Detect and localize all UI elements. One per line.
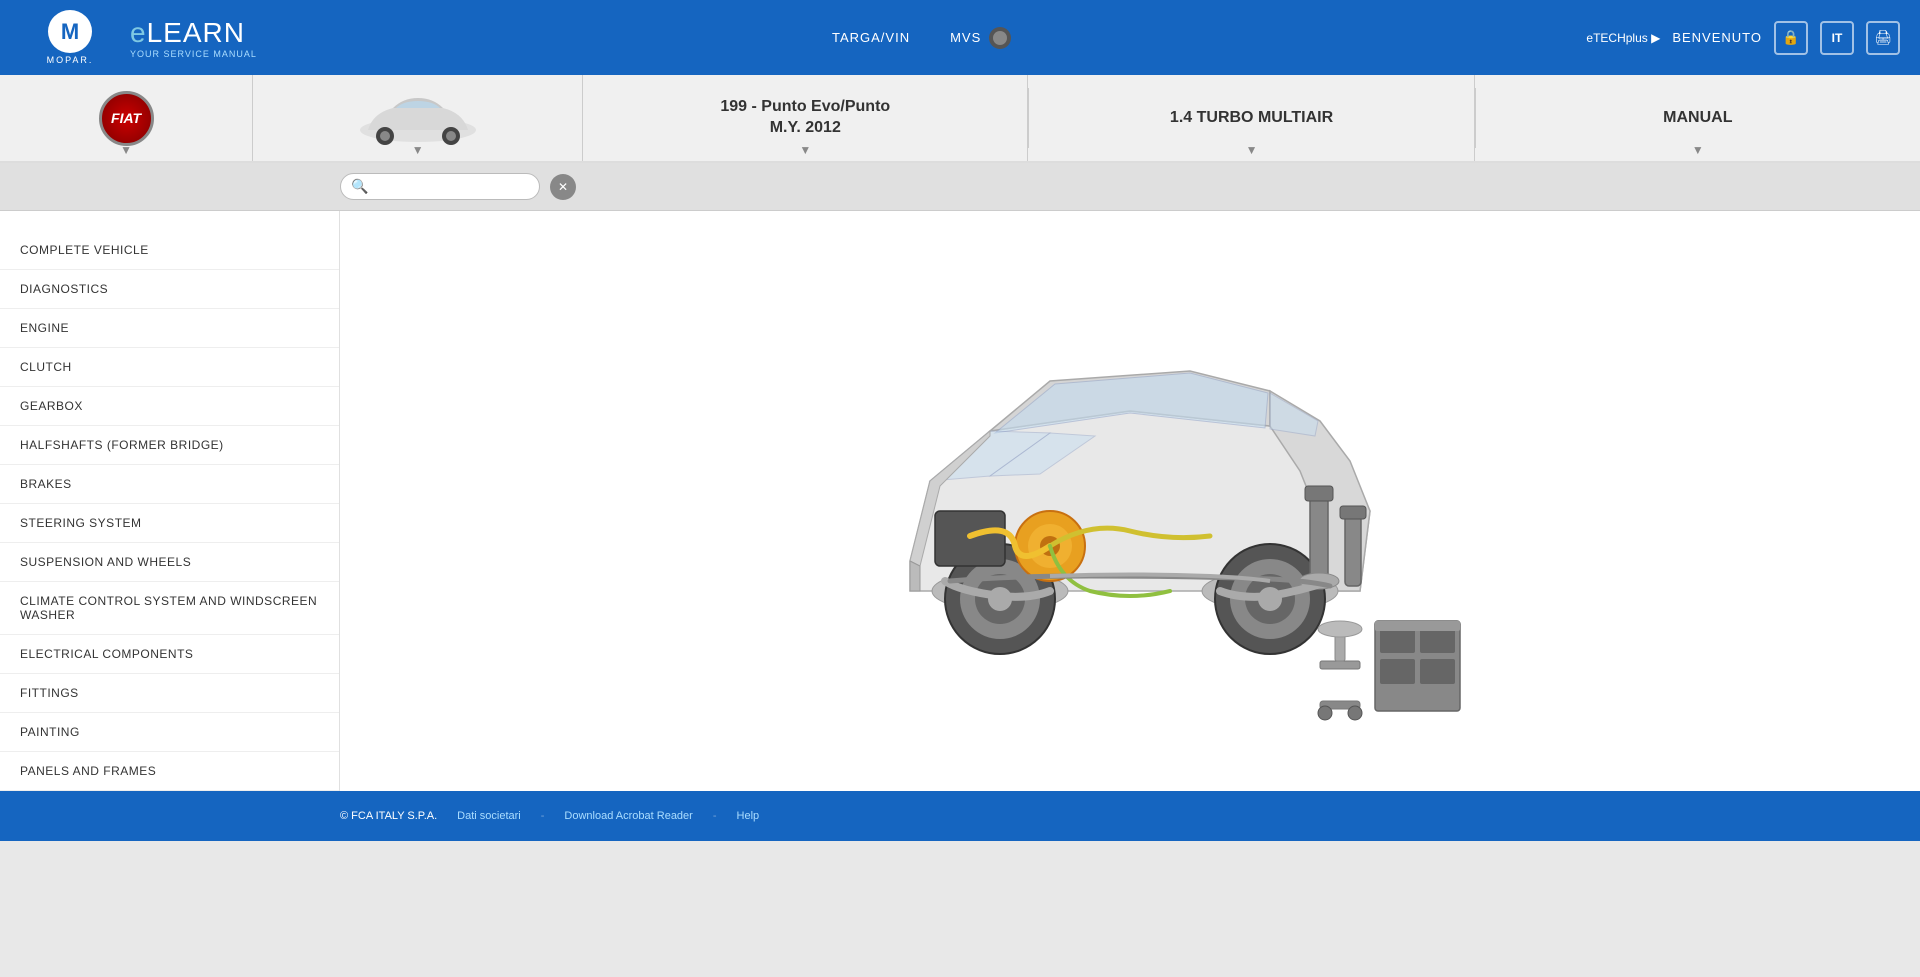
footer-link-dati[interactable]: Dati societari <box>457 810 521 822</box>
manual-name: MANUAL <box>1663 109 1732 127</box>
elearn-learn-text: LEARN <box>147 17 245 48</box>
sidebar-item-gearbox[interactable]: GEARBOX <box>0 387 339 426</box>
mopar-text: MOPAR. <box>47 55 94 65</box>
search-input[interactable] <box>374 179 524 194</box>
print-icon: 🖨 <box>1874 29 1892 46</box>
fiat-logo-text: FIAT <box>111 110 141 126</box>
sidebar-item-climate[interactable]: CLIMATE CONTROL SYSTEM AND WINDSCREEN WA… <box>0 582 339 635</box>
engine-chevron-icon: ▼ <box>1246 143 1258 157</box>
search-go-button[interactable]: ✕ <box>550 174 576 200</box>
nav-targa-vin[interactable]: TARGA/VIN <box>832 30 910 45</box>
sidebar-item-clutch[interactable]: CLUTCH <box>0 348 339 387</box>
content-area <box>340 211 1920 791</box>
elearn-logo: eLEARN YOUR SERVICE MANUAL <box>130 17 257 59</box>
search-icon: 🔍 <box>351 178 368 195</box>
print-button[interactable]: 🖨 <box>1866 21 1900 55</box>
sidebar-item-electrical[interactable]: ELECTRICAL COMPONENTS <box>0 635 339 674</box>
sidebar-item-suspension[interactable]: SUSPENSION AND WHEELS <box>0 543 339 582</box>
footer-separator-2: - <box>713 810 717 822</box>
sidebar-item-brakes[interactable]: BRAKES <box>0 465 339 504</box>
mvs-circle-inner-icon <box>993 31 1007 45</box>
lock-icon: 🔒 <box>1782 29 1799 46</box>
sidebar-item-painting[interactable]: PAINTING <box>0 713 339 752</box>
search-go-icon: ✕ <box>558 180 568 194</box>
footer-link-acrobat[interactable]: Download Acrobat Reader <box>564 810 692 822</box>
lock-button[interactable]: 🔒 <box>1774 21 1808 55</box>
vehicle-bar: FIAT ▼ ▼ 199 - Punto Evo/Punto M.Y. 2012… <box>0 75 1920 163</box>
sidebar: COMPLETE VEHICLEDIAGNOSTICSENGINECLUTCHG… <box>0 211 340 791</box>
car-image-chevron-icon: ▼ <box>412 143 424 157</box>
footer-copyright: © FCA ITALY S.P.A. <box>340 810 437 822</box>
engine-name: 1.4 TURBO MULTIAIR <box>1170 109 1333 127</box>
vehicle-section-brand[interactable]: FIAT ▼ <box>0 75 253 161</box>
elearn-title: eLEARN <box>130 17 257 49</box>
vehicle-model-name: 199 - Punto Evo/Punto M.Y. 2012 <box>720 97 890 139</box>
elearn-e-letter: e <box>130 17 147 48</box>
car-cutaway-illustration <box>790 281 1470 721</box>
mvs-container: MVS <box>950 27 1011 49</box>
mvs-circle-icon <box>989 27 1011 49</box>
main-content: COMPLETE VEHICLEDIAGNOSTICSENGINECLUTCHG… <box>0 211 1920 791</box>
sidebar-item-engine[interactable]: ENGINE <box>0 309 339 348</box>
top-header: M MOPAR. eLEARN YOUR SERVICE MANUAL TARG… <box>0 0 1920 75</box>
vehicle-section-engine[interactable]: 1.4 TURBO MULTIAIR ▼ <box>1029 75 1474 161</box>
sidebar-item-diagnostics[interactable]: DIAGNOSTICS <box>0 270 339 309</box>
benvenuto-text: BENVENUTO <box>1672 30 1762 45</box>
model-chevron-icon: ▼ <box>799 143 811 157</box>
footer-link-help[interactable]: Help <box>737 810 760 822</box>
footer-separator-1: - <box>541 810 545 822</box>
sidebar-item-panels[interactable]: PANELS AND FRAMES <box>0 752 339 791</box>
fiat-logo: FIAT <box>99 91 154 146</box>
etech-link[interactable]: eTECHplus ▶ <box>1586 31 1660 45</box>
service-manual-subtitle: YOUR SERVICE MANUAL <box>130 49 257 59</box>
language-button[interactable]: IT <box>1820 21 1854 55</box>
manual-chevron-icon: ▼ <box>1692 143 1704 157</box>
search-bar: 🔍 ✕ <box>0 163 1920 211</box>
logo-area: M MOPAR. eLEARN YOUR SERVICE MANUAL <box>20 10 257 65</box>
brand-chevron-icon: ▼ <box>120 143 132 157</box>
car-image-icon <box>353 88 483 148</box>
vehicle-section-manual[interactable]: MANUAL ▼ <box>1476 75 1920 161</box>
etech-area: eTECHplus ▶ <box>1586 31 1660 45</box>
vehicle-section-model[interactable]: 199 - Punto Evo/Punto M.Y. 2012 ▼ <box>583 75 1028 161</box>
vehicle-section-car-image[interactable]: ▼ <box>253 75 583 161</box>
mopar-m-icon: M <box>61 19 79 45</box>
mopar-logo: M MOPAR. <box>20 10 120 65</box>
sidebar-item-complete-vehicle[interactable]: COMPLETE VEHICLE <box>0 231 339 270</box>
right-controls: eTECHplus ▶ BENVENUTO 🔒 IT 🖨 <box>1586 21 1900 55</box>
sidebar-item-steering[interactable]: STEERING SYSTEM <box>0 504 339 543</box>
search-container: 🔍 <box>340 173 540 200</box>
car-illustration-wrapper <box>380 251 1880 751</box>
mopar-circle-icon: M <box>48 10 92 53</box>
nav-mvs[interactable]: MVS <box>950 30 981 45</box>
nav-center: TARGA/VIN MVS <box>832 27 1011 49</box>
sidebar-item-fittings[interactable]: FITTINGS <box>0 674 339 713</box>
sidebar-item-halfshafts[interactable]: HALFSHAFTS (FORMER BRIDGE) <box>0 426 339 465</box>
footer: © FCA ITALY S.P.A. Dati societari - Down… <box>0 791 1920 841</box>
